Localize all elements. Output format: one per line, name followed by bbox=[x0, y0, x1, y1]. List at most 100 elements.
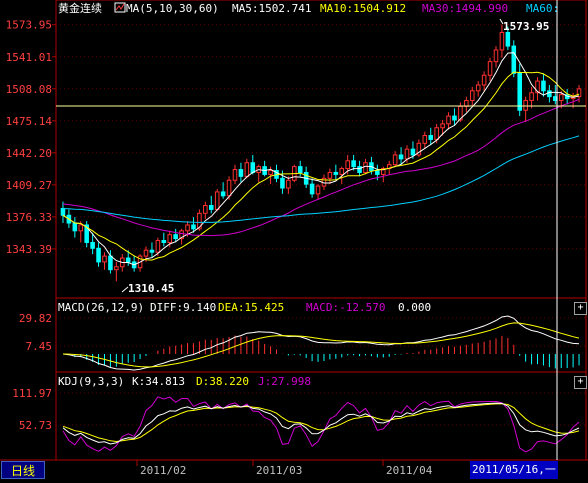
candle-body[interactable] bbox=[511, 45, 517, 74]
ma-params: MA(5,10,30,60) bbox=[126, 2, 219, 15]
kdj-y-tick-label: 52.73 bbox=[19, 419, 52, 432]
candle-body[interactable] bbox=[446, 115, 451, 125]
candle-body[interactable] bbox=[191, 224, 196, 230]
kdj-y-tick-label: 111.97 bbox=[12, 387, 52, 400]
candle-body[interactable] bbox=[78, 224, 84, 232]
candle-body[interactable] bbox=[72, 222, 78, 232]
candle-body[interactable] bbox=[576, 88, 582, 98]
main-y-tick-label: 1442.20 bbox=[6, 147, 52, 160]
candle-body[interactable] bbox=[238, 169, 244, 177]
cursor-date-label: 2011/05/16,一 bbox=[470, 461, 558, 479]
candle-body[interactable] bbox=[280, 177, 285, 189]
candle-body[interactable] bbox=[452, 115, 457, 121]
candle-body[interactable] bbox=[161, 240, 167, 243]
macd-expand-button[interactable]: + bbox=[574, 302, 587, 315]
candle-body[interactable] bbox=[108, 255, 113, 271]
high-marker: 1573.95 bbox=[499, 18, 549, 33]
candle-body[interactable] bbox=[481, 74, 487, 86]
candle-body[interactable] bbox=[434, 127, 439, 140]
candle-body[interactable] bbox=[558, 94, 564, 102]
candle-body[interactable] bbox=[357, 166, 362, 173]
candle-body[interactable] bbox=[505, 31, 511, 47]
candle-body[interactable] bbox=[333, 171, 339, 175]
candle-body[interactable] bbox=[475, 84, 481, 92]
main-y-axis: 1573.95 1541.01 1508.08 1475.14 1442.20 1409.… bbox=[6, 19, 56, 256]
candle-body[interactable] bbox=[469, 90, 475, 102]
instrument-name: 黄金连续 bbox=[58, 1, 102, 15]
candle-body[interactable] bbox=[220, 191, 226, 197]
candle-body[interactable] bbox=[440, 123, 445, 129]
ma30-legend: MA30:1494.990 bbox=[422, 2, 508, 15]
candle-body[interactable] bbox=[404, 148, 410, 160]
candle-body[interactable] bbox=[102, 255, 107, 263]
macd-y-tick-label: 29.82 bbox=[19, 312, 52, 325]
candle-body[interactable] bbox=[464, 100, 469, 107]
candle-body[interactable] bbox=[90, 241, 95, 249]
main-y-tick-label: 1376.33 bbox=[6, 211, 52, 224]
candle-body[interactable] bbox=[167, 234, 173, 243]
candle-body[interactable] bbox=[250, 162, 256, 173]
chart-svg: 1573.95 1541.01 1508.08 1475.14 1442.20 1409.… bbox=[0, 0, 588, 477]
candle-body[interactable] bbox=[410, 148, 416, 156]
candle-body[interactable] bbox=[523, 100, 528, 111]
candle-body[interactable] bbox=[60, 207, 66, 216]
candle-body[interactable] bbox=[185, 224, 190, 232]
kdj-params: KDJ(9,3,3) bbox=[58, 375, 124, 388]
candle-body[interactable] bbox=[428, 135, 434, 140]
candle-body[interactable] bbox=[398, 154, 404, 160]
candle-body[interactable] bbox=[297, 166, 303, 173]
candle-body[interactable] bbox=[345, 160, 350, 170]
candle-body[interactable] bbox=[143, 249, 149, 257]
date-label-mar: 2011/03 bbox=[256, 464, 302, 477]
candle-body[interactable] bbox=[244, 162, 250, 177]
candle-body[interactable] bbox=[232, 169, 238, 181]
main-y-tick-label: 1475.14 bbox=[6, 115, 53, 128]
kdj-expand-button[interactable]: + bbox=[574, 376, 587, 389]
candle-body[interactable] bbox=[422, 135, 428, 144]
macd-value-legend: MACD:-12.570 bbox=[306, 301, 385, 314]
candle-body[interactable] bbox=[173, 234, 178, 240]
candle-body[interactable] bbox=[149, 249, 155, 253]
candle-body[interactable] bbox=[339, 168, 345, 175]
ma10-line bbox=[62, 71, 580, 261]
candle-body[interactable] bbox=[309, 183, 315, 195]
candle-body[interactable] bbox=[96, 247, 101, 263]
period-button[interactable]: 日线 bbox=[1, 461, 45, 479]
candle-body[interactable] bbox=[351, 160, 356, 168]
candle-body[interactable] bbox=[392, 154, 398, 166]
candle-body[interactable] bbox=[208, 205, 214, 210]
kdj-j-line bbox=[62, 396, 580, 453]
main-y-tick-label: 1409.27 bbox=[6, 179, 52, 192]
macd-histogram bbox=[68, 335, 580, 369]
candle-body[interactable] bbox=[375, 170, 380, 175]
macd-params: MACD(26,12,9) bbox=[58, 301, 144, 314]
candle-body[interactable] bbox=[268, 170, 273, 175]
main-y-tick-label: 1541.01 bbox=[6, 51, 52, 64]
main-legend: 黄金连续 MA(5,10,30,60) MA5:1502.741 MA10:15… bbox=[58, 1, 559, 15]
main-y-tick-label: 1343.39 bbox=[6, 243, 52, 256]
kdj-lines bbox=[62, 396, 580, 453]
candle-body[interactable] bbox=[547, 90, 552, 98]
candle-body[interactable] bbox=[529, 92, 534, 102]
candle-body[interactable] bbox=[493, 49, 499, 63]
candle-body[interactable] bbox=[114, 266, 119, 271]
low-marker-label: 1310.45 bbox=[128, 282, 174, 295]
grid-lines bbox=[56, 24, 586, 426]
candle-body[interactable] bbox=[517, 72, 522, 111]
candle-body[interactable] bbox=[214, 191, 220, 210]
candle-body[interactable] bbox=[203, 205, 208, 214]
date-label-feb: 2011/02 bbox=[140, 464, 186, 477]
candle-body[interactable] bbox=[315, 185, 321, 195]
candle-body[interactable] bbox=[499, 31, 505, 51]
kdj-legend: KDJ(9,3,3) K:34.813 D:38.220 J:27.998 bbox=[58, 375, 311, 388]
candle-body[interactable] bbox=[226, 179, 232, 197]
kdj-j-legend: J:27.998 bbox=[258, 375, 311, 388]
candle-body[interactable] bbox=[286, 179, 291, 189]
candle-body[interactable] bbox=[327, 171, 333, 179]
candle-body[interactable] bbox=[155, 240, 161, 253]
candle-body[interactable] bbox=[363, 162, 368, 173]
macd-zero-legend: 0.000 bbox=[398, 301, 431, 314]
candle-body[interactable] bbox=[487, 61, 493, 76]
candle-body[interactable] bbox=[125, 257, 131, 263]
candle-body[interactable] bbox=[541, 80, 546, 92]
